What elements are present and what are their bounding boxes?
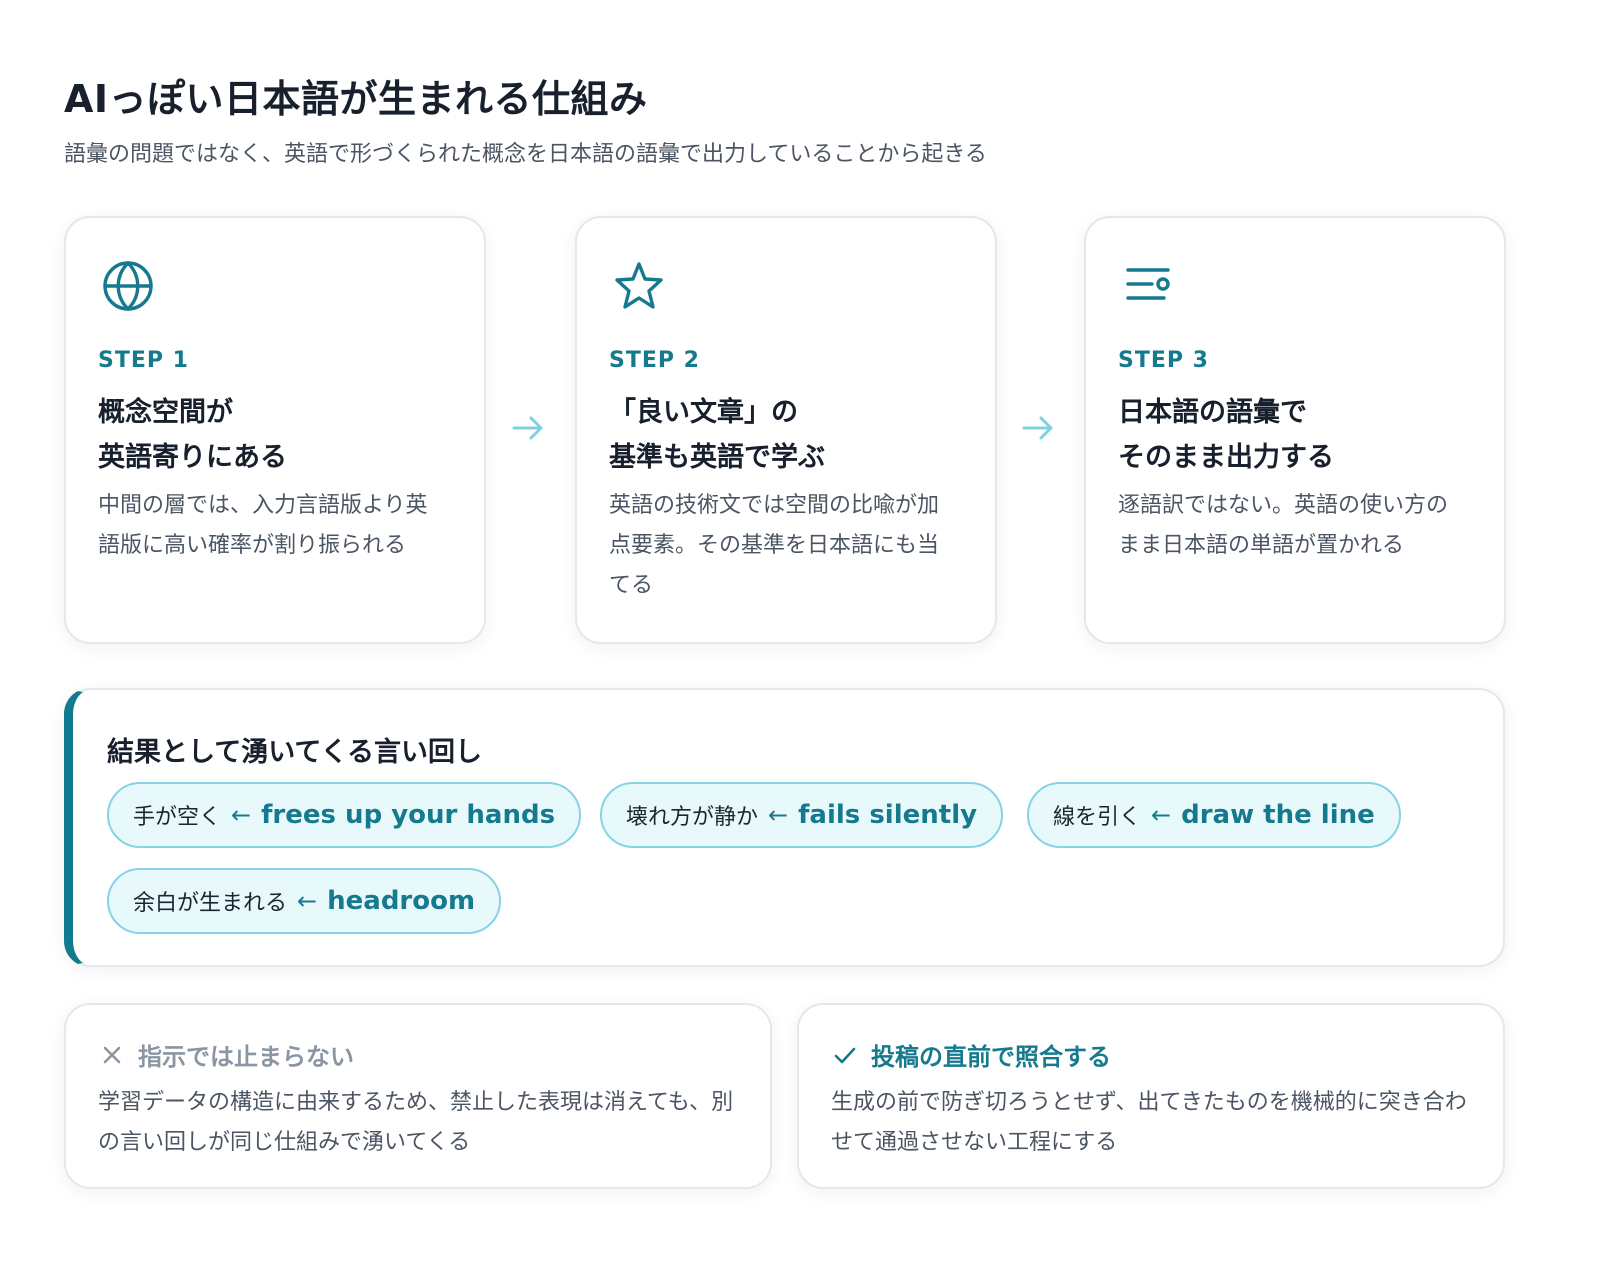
- phrase-en: fails silently: [798, 800, 978, 830]
- step-description: 英語の技術文では空間の比喩が加点要素。その基準を日本語にも当てる: [609, 493, 940, 598]
- flow-arrow-icon: [1018, 408, 1058, 448]
- step-description: 中間の層では、入力言語版より英語版に高い確率が割り振られる: [98, 493, 428, 558]
- check-icon: [834, 1047, 856, 1063]
- phrase-chip: 線を引く ← draw the line: [1027, 782, 1401, 848]
- step-card-3: STEP 3 日本語の語彙で そのまま出力する 逐語訳ではない。英語の使い方のま…: [1084, 216, 1506, 644]
- step-title: 日本語の語彙で そのまま出力する: [1118, 397, 1334, 473]
- note-heading-text: 指示では止まらない: [138, 1043, 354, 1071]
- step-card-1: STEP 1 概念空間が 英語寄りにある 中間の層では、入力言語版より英語版に高…: [64, 216, 486, 644]
- note-heading-text: 投稿の直前で照合する: [871, 1043, 1111, 1071]
- phrases-panel: 結果として湧いてくる言い回し 手が空く ← frees up your hand…: [64, 688, 1505, 967]
- star-icon: [611, 258, 667, 314]
- note-heading: 投稿の直前で照合する: [831, 1037, 1111, 1072]
- phrase-en: draw the line: [1181, 800, 1375, 830]
- left-arrow-icon: ←: [768, 801, 789, 829]
- phrase-en: headroom: [327, 886, 476, 916]
- flow-arrow-icon: [508, 408, 548, 448]
- left-arrow-icon: ←: [231, 801, 252, 829]
- left-arrow-icon: ←: [297, 887, 318, 915]
- list-filter-icon: [1120, 258, 1176, 314]
- note-heading: 指示では止まらない: [98, 1037, 354, 1072]
- phrase-chip: 余白が生まれる ← headroom: [107, 868, 502, 934]
- phrase-jp: 壊れ方が静か: [626, 805, 759, 830]
- note-body: 学習データの構造に由来するため、禁止した表現は消えても、別の言い回しが同じ仕組み…: [98, 1090, 734, 1155]
- step-title: 「良い文章」の 基準も英語で学ぶ: [609, 397, 825, 473]
- step-description: 逐語訳ではない。英語の使い方のまま日本語の単語が置かれる: [1118, 493, 1449, 558]
- phrase-jp: 手が空く: [133, 805, 222, 830]
- phrase-chip: 壊れ方が静か ← fails silently: [600, 782, 1004, 848]
- step-label: STEP 1: [98, 348, 189, 373]
- step-title: 概念空間が 英語寄りにある: [98, 397, 287, 473]
- step-label: STEP 2: [609, 348, 700, 373]
- note-card-bad: 指示では止まらない 学習データの構造に由来するため、禁止した表現は消えても、別の…: [64, 1003, 772, 1189]
- page-title: AIっぽい日本語が生まれる仕組み: [64, 77, 648, 121]
- phrase-jp: 線を引く: [1053, 805, 1142, 830]
- page-subtitle: 語彙の問題ではなく、英語で形づくられた概念を日本語の語彙で出力していることから起…: [64, 142, 987, 167]
- note-body: 生成の前で防ぎ切ろうとせず、出てきたものを機械的に突き合わせて通過させない工程に…: [831, 1090, 1467, 1155]
- step-card-2: STEP 2 「良い文章」の 基準も英語で学ぶ 英語の技術文では空間の比喩が加点…: [575, 216, 997, 644]
- page: AIっぽい日本語が生まれる仕組み 語彙の問題ではなく、英語で形づくられた概念を日…: [0, 0, 1600, 1278]
- phrase-en: frees up your hands: [261, 800, 556, 830]
- phrase-jp: 余白が生まれる: [133, 891, 288, 916]
- x-icon: [103, 1046, 121, 1063]
- left-arrow-icon: ←: [1151, 801, 1172, 829]
- note-card-good: 投稿の直前で照合する 生成の前で防ぎ切ろうとせず、出てきたものを機械的に突き合わ…: [797, 1003, 1505, 1189]
- step-label: STEP 3: [1118, 348, 1209, 373]
- phrase-chip: 手が空く ← frees up your hands: [107, 782, 582, 848]
- globe-icon: [100, 258, 156, 314]
- phrases-title: 結果として湧いてくる言い回し: [107, 737, 483, 768]
